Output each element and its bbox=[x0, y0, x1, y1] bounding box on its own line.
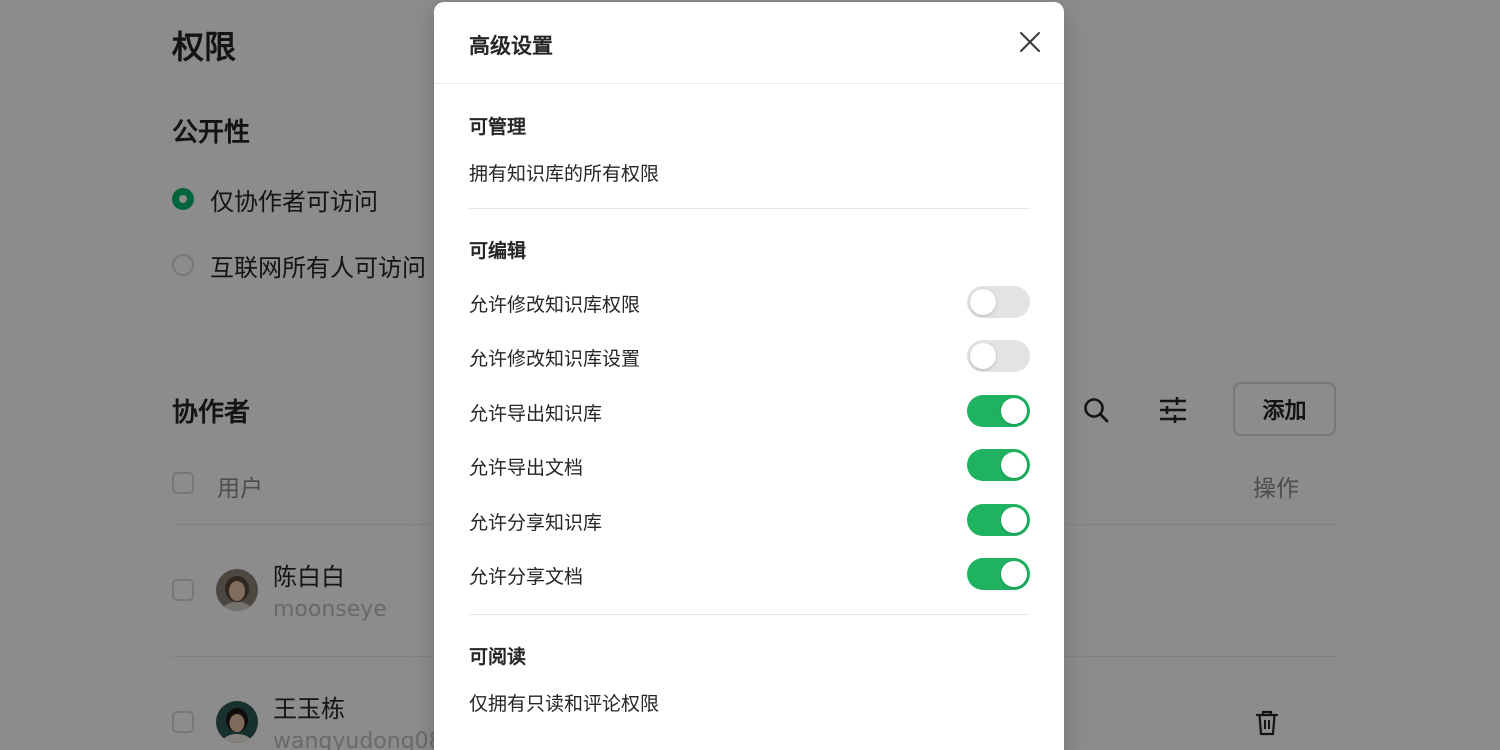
app-stage: 权限 公开性 仅协作者可访问 互联网所有人可访问 协作者 添加 用户 操作 陈白… bbox=[0, 0, 1500, 750]
section-divider bbox=[469, 208, 1030, 209]
permission-toggle[interactable] bbox=[967, 395, 1030, 427]
permission-label: 允许导出文档 bbox=[469, 457, 584, 479]
permission-row-modify-settings: 允许修改知识库设置 bbox=[469, 340, 1030, 372]
permission-label: 允许修改知识库权限 bbox=[469, 294, 641, 316]
permission-label: 允许分享知识库 bbox=[469, 512, 603, 534]
permission-toggle[interactable] bbox=[967, 449, 1030, 481]
permission-toggle[interactable] bbox=[967, 558, 1030, 590]
permission-label: 允许修改知识库设置 bbox=[469, 348, 641, 370]
dialog-header: 高级设置 bbox=[434, 2, 1064, 84]
can-read-description: 仅拥有只读和评论权限 bbox=[469, 693, 660, 715]
dialog-title: 高级设置 bbox=[469, 34, 553, 58]
permission-row-export-docs: 允许导出文档 bbox=[469, 449, 1030, 481]
can-read-heading: 可阅读 bbox=[469, 646, 527, 668]
permission-toggle[interactable] bbox=[967, 340, 1030, 372]
section-divider bbox=[469, 614, 1030, 615]
permission-toggle[interactable] bbox=[967, 286, 1030, 318]
advanced-settings-dialog: 高级设置 可管理 拥有知识库的所有权限 可编辑 允许修改知识库权限 允许修改知识… bbox=[434, 2, 1064, 750]
permission-toggle[interactable] bbox=[967, 504, 1030, 536]
permission-row-export-kb: 允许导出知识库 bbox=[469, 395, 1030, 427]
can-manage-heading: 可管理 bbox=[469, 116, 527, 138]
can-edit-heading: 可编辑 bbox=[469, 240, 527, 262]
permission-row-share-kb: 允许分享知识库 bbox=[469, 504, 1030, 536]
permission-row-share-docs: 允许分享文档 bbox=[469, 558, 1030, 590]
can-manage-description: 拥有知识库的所有权限 bbox=[469, 163, 660, 185]
permission-label: 允许导出知识库 bbox=[469, 403, 603, 425]
close-icon[interactable] bbox=[1018, 30, 1042, 54]
permission-label: 允许分享文档 bbox=[469, 566, 584, 588]
permission-row-modify-permissions: 允许修改知识库权限 bbox=[469, 286, 1030, 318]
